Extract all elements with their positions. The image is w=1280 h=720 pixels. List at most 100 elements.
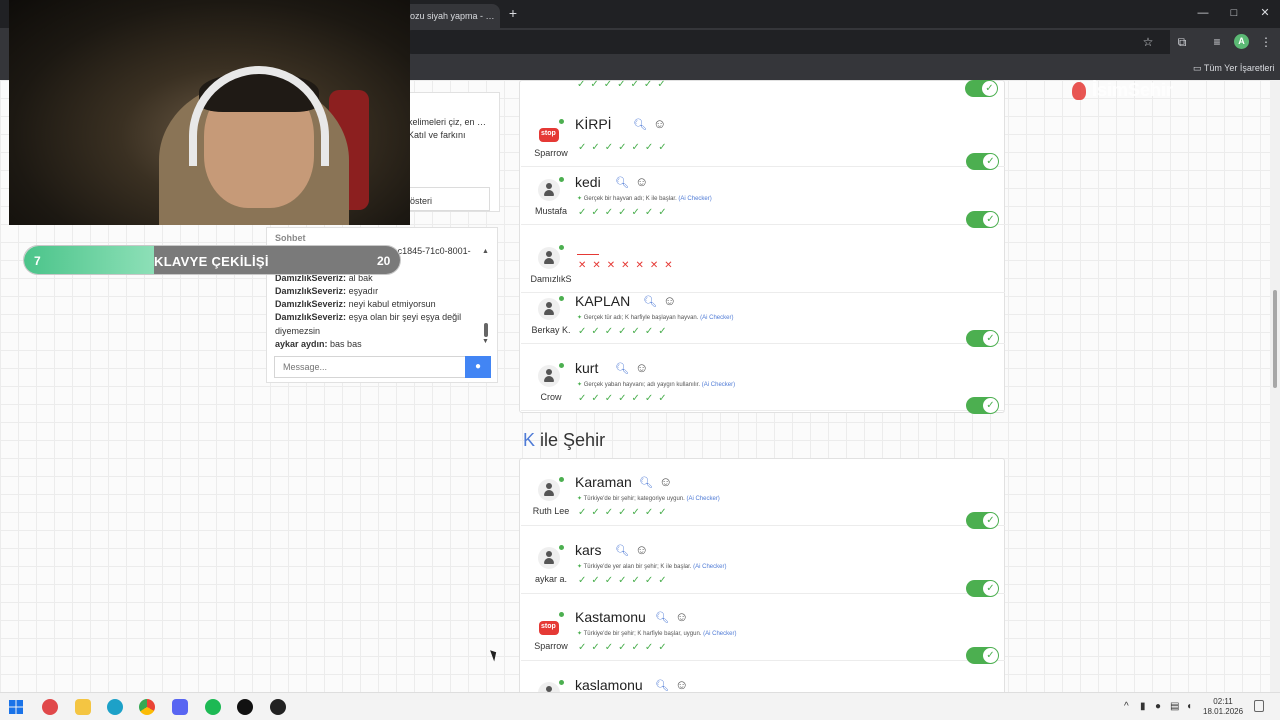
search-icon[interactable]: 🔍︎	[655, 612, 669, 624]
all-bookmarks-button[interactable]: ▭ Tüm Yer İşaretleri	[1193, 61, 1274, 75]
search-icon[interactable]: 🔍︎	[643, 296, 657, 308]
add-reaction-icon[interactable]: ☺	[653, 116, 666, 131]
user-avatar-icon	[538, 547, 560, 569]
approve-toggle[interactable]	[966, 211, 999, 228]
answer-actions: 🔍︎ ☺	[639, 474, 672, 489]
ai-checker-label: (Ai Checker)	[701, 382, 736, 388]
chat-message-input[interactable]	[274, 356, 466, 378]
ai-checker-note: ✦ Türkiye'de yer alan bir şehir; K ile b…	[577, 563, 726, 570]
search-icon[interactable]: 🔍︎	[655, 680, 669, 692]
scroll-up-icon[interactable]: ▲	[482, 248, 489, 255]
answer-actions: 🔍︎ ☺	[633, 116, 666, 131]
chat-message: DamızlıkSeveriz: neyi kabul etmiyorsun	[275, 298, 485, 311]
approve-toggle[interactable]	[965, 80, 998, 97]
ai-checker-label: (Ai Checker)	[693, 564, 727, 570]
ai-checker-note: ✦ Gerçek bir hayvan adı; K ile başlar. (…	[577, 195, 712, 202]
ai-note-text: Türkiye'de bir şehir; K harfiyle başlar,…	[583, 631, 702, 637]
chat-text: eşyadır	[348, 285, 379, 296]
notifications-icon[interactable]	[1254, 700, 1264, 712]
answer-word: Karaman	[575, 474, 632, 490]
restore-icon[interactable]: □	[1227, 6, 1241, 20]
stop-avatar-icon	[539, 128, 559, 142]
online-status-icon	[559, 245, 564, 250]
answer-username: Sparrow	[534, 148, 568, 158]
new-tab-button[interactable]: +	[505, 5, 521, 21]
ai-note-text: Gerçek yaban hayvanı; adı yaygın kullanı…	[583, 382, 701, 388]
chat-username[interactable]: DamızlıkSeveriz:	[275, 286, 346, 296]
capcut-icon[interactable]	[237, 699, 253, 715]
edge-icon[interactable]	[107, 699, 123, 715]
answer-word: kedi	[575, 174, 601, 190]
chrome-icon[interactable]	[139, 699, 155, 715]
chat-username[interactable]: aykar aydın:	[275, 339, 328, 349]
chat-text: bas bas	[330, 339, 362, 350]
page-scroll-thumb[interactable]	[1273, 290, 1277, 388]
chat-bubble-icon: ●	[474, 361, 482, 372]
microphone-icon[interactable]: ▮	[1140, 701, 1146, 712]
chat-message: DamızlıkSeveriz: eşya olan bir şeyi eşya…	[275, 311, 485, 338]
browser-tab[interactable]: ozu siyah yapma - …	[400, 4, 500, 28]
add-reaction-icon[interactable]: ☺	[659, 474, 672, 489]
answer-username: Berkay K.	[531, 325, 571, 335]
chat-scroll-thumb[interactable]	[484, 323, 488, 337]
more-menu-icon[interactable]: ⋮	[1258, 34, 1274, 50]
file-explorer-icon[interactable]	[75, 699, 91, 715]
minimize-icon[interactable]: —	[1196, 6, 1210, 20]
search-icon[interactable]: 🔍︎	[615, 177, 629, 189]
show-button[interactable]: österi	[400, 187, 490, 211]
ai-note-text: Türkiye'de yer alan bir şehir; K ile baş…	[583, 564, 692, 570]
star-icon[interactable]: ☆	[1140, 34, 1156, 50]
description-text: kelimeleri çiz, en … Katıl ve farkını	[408, 117, 487, 140]
profile-avatar[interactable]: A	[1234, 34, 1249, 49]
windows-start-icon[interactable]	[8, 699, 24, 715]
answer-word: KAPLAN	[575, 293, 631, 309]
answer-word: kurt	[575, 360, 599, 376]
add-reaction-icon[interactable]: ☺	[635, 174, 648, 189]
scroll-down-icon[interactable]: ▼	[482, 338, 489, 345]
page-scrollbar[interactable]	[1270, 80, 1280, 692]
add-reaction-icon[interactable]: ☺	[663, 293, 676, 308]
extensions-icon[interactable]: ⧉	[1174, 34, 1190, 50]
search-icon[interactable]: 🔍︎	[639, 477, 653, 489]
ai-checker-note: ✦ Gerçek tür adı; K harfiyle başlayan ha…	[577, 314, 733, 321]
answer-row: aykar a. kars 🔍︎ ☺ ✦ Türkiye'de yer alan bir…	[521, 527, 1005, 597]
add-reaction-icon[interactable]: ☺	[675, 609, 688, 624]
keyboard-icon[interactable]: ▤	[1170, 701, 1179, 712]
chat-username[interactable]: DamızlıkSeveriz:	[275, 312, 346, 322]
vote-checks: ✓✓✓✓✓✓✓	[578, 326, 672, 337]
folder-icon: ▭	[1193, 63, 1204, 73]
ai-checker-label: (Ai Checker)	[686, 496, 720, 502]
webcam-overlay	[9, 0, 410, 225]
ai-checker-note: ✦ Gerçek yaban hayvanı; adı yaygın kulla…	[577, 381, 735, 388]
add-reaction-icon[interactable]: ☺	[635, 542, 648, 557]
tray-app-icon[interactable]: ●	[1155, 701, 1161, 712]
close-icon[interactable]: ✕	[1258, 6, 1272, 20]
assistant-app-icon[interactable]	[42, 699, 58, 715]
add-reaction-icon[interactable]: ☺	[675, 677, 688, 692]
empty-answer-line	[577, 254, 599, 255]
site-logo[interactable]: İsimSehir	[1072, 80, 1173, 101]
answer-word: Kastamonu	[575, 609, 646, 625]
add-reaction-icon[interactable]: ☺	[635, 360, 648, 375]
tray-chevron-icon[interactable]: ^	[1124, 701, 1129, 712]
search-icon[interactable]: 🔍︎	[615, 545, 629, 557]
category-description-card: kelimeleri çiz, en … Katıl ve farkını ös…	[400, 92, 500, 212]
vote-checks: ✓✓✓✓✓✓✓	[578, 642, 672, 653]
spotify-icon[interactable]	[205, 699, 221, 715]
chat-username[interactable]: DamızlıkSeveriz:	[275, 299, 346, 309]
media-control-icon[interactable]: ≡	[1209, 34, 1225, 50]
volume-icon[interactable]: ◖	[1186, 701, 1192, 712]
user-avatar-icon	[538, 298, 560, 320]
search-icon[interactable]: 🔍︎	[633, 119, 647, 131]
ai-sparkle-icon: ✦	[577, 382, 584, 388]
taskbar-clock[interactable]: 02:11 18.01.2026	[1203, 697, 1243, 717]
approve-toggle[interactable]	[966, 397, 999, 414]
send-message-button[interactable]: ●	[465, 356, 491, 378]
online-status-icon	[559, 680, 564, 685]
discord-icon[interactable]	[172, 699, 188, 715]
obs-icon[interactable]	[270, 699, 286, 715]
answer-username: Sparrow	[534, 641, 568, 651]
chat-scrollbar[interactable]: ▲ ▼	[482, 248, 490, 346]
search-icon[interactable]: 🔍︎	[615, 363, 629, 375]
address-bar[interactable]	[400, 30, 1170, 54]
